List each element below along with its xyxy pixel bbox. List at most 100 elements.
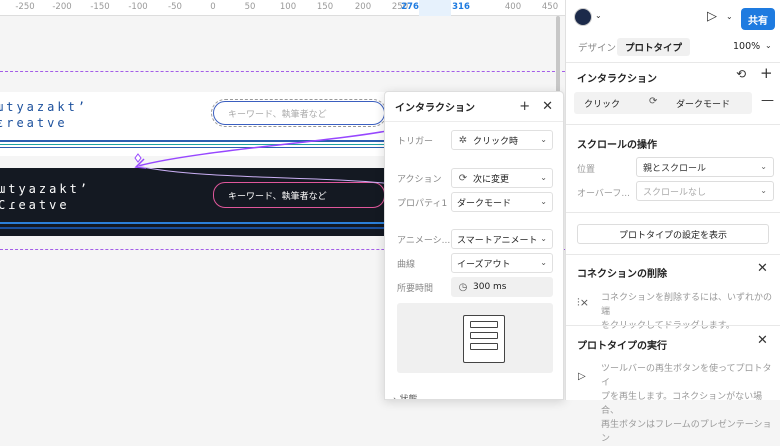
close-icon[interactable]: ✕ — [757, 333, 768, 348]
position-select[interactable]: 親とスクロール ⌄ — [636, 157, 774, 177]
chevron-down-icon: ⌄ — [760, 186, 767, 195]
flow-icon[interactable]: ⟲ — [736, 67, 746, 81]
help-line: をクリックしてドラッグします。 — [601, 321, 735, 331]
preview-bar — [470, 321, 498, 328]
trigger-value: クリック時 — [473, 136, 519, 147]
ruler-tick-selected-start: 276 — [401, 2, 419, 12]
property-label: プロパティ1 — [397, 199, 448, 209]
ruler-tick: 450 — [541, 2, 559, 12]
preview-bar — [470, 343, 498, 350]
change-to-icon: ⟳ — [649, 96, 658, 107]
preview-device-icon — [463, 315, 505, 363]
ruler-tick: 50 — [244, 2, 256, 12]
chevron-down-icon[interactable]: ⌄ — [595, 11, 602, 20]
ruler-tick-selected-end: 316 — [452, 2, 470, 12]
animation-value: スマートアニメート — [457, 235, 538, 246]
ruler-tick: 150 — [316, 2, 334, 12]
ruler-tick: -200 — [52, 2, 72, 12]
preview-bar — [470, 332, 498, 339]
click-icon: ✲ — [458, 134, 468, 146]
animation-select[interactable]: スマートアニメート ⌄ — [451, 229, 553, 249]
curve-select[interactable]: イーズアウト ⌄ — [451, 253, 553, 273]
chevron-down-icon: ⌄ — [760, 162, 767, 171]
ruler-selection-highlight — [419, 0, 451, 16]
add-interaction-icon[interactable]: + — [760, 64, 773, 82]
change-icon: ⟳ — [458, 172, 468, 184]
chevron-down-icon: ⌄ — [540, 258, 547, 267]
ruler-tick: -100 — [128, 2, 148, 12]
interaction-target: ダークモード — [676, 100, 731, 110]
close-icon[interactable]: ✕ — [542, 99, 553, 114]
state-label: 状態 — [399, 395, 418, 400]
action-row: アクション ⟳ 次に変更 ⌄ — [385, 168, 563, 188]
chevron-down-icon: ⌄ — [540, 173, 547, 182]
ruler-tick: -50 — [168, 2, 182, 12]
curve-value: イーズアウト — [457, 259, 511, 270]
divider — [566, 254, 780, 255]
animation-preview — [397, 303, 553, 373]
ruler-tick: -250 — [15, 2, 35, 12]
zoom-level[interactable]: 100% — [733, 41, 760, 52]
help-line: プを再生します。コネクションがない場合、 — [601, 392, 763, 416]
help-line: コネクションを削除するには、いずれかの端 — [601, 293, 773, 317]
remove-interaction-icon[interactable]: — — [761, 93, 774, 108]
divider — [566, 212, 780, 213]
divider — [566, 325, 780, 326]
ruler-tick: 0 — [210, 2, 216, 12]
property-select[interactable]: ダークモード ⌄ — [451, 192, 553, 212]
position-value: 親とスクロール — [643, 163, 707, 174]
plus-icon[interactable]: + — [519, 99, 530, 114]
avatar[interactable] — [574, 8, 592, 26]
scroll-section-title: スクロールの操作 — [577, 140, 657, 151]
trigger-label: トリガー — [397, 137, 434, 147]
curve-row: 曲線 イーズアウト ⌄ — [385, 253, 563, 273]
curve-label: 曲線 — [397, 260, 416, 270]
overflow-label: オーバーフ... — [577, 189, 630, 199]
trigger-select[interactable]: ✲ クリック時 ⌄ — [451, 130, 553, 150]
help-line: ツールバーの再生ボタンを使ってプロトタイ — [601, 364, 772, 388]
interaction-item[interactable]: クリック ⟳ ダークモード — [574, 92, 752, 114]
properties-sidebar: ⌄ ▷ ⌄ 共有 デザイン プロトタイプ 100% ⌄ インタラクション ⟲ +… — [565, 0, 780, 444]
chevron-down-icon: ⌄ — [540, 234, 547, 243]
duration-input[interactable]: ◷ 300 ms — [451, 277, 553, 297]
property-row: プロパティ1 ダークモード ⌄ — [385, 192, 563, 212]
ruler-tick: 200 — [354, 2, 372, 12]
chevron-down-icon: ⌄ — [540, 197, 547, 206]
tab-design[interactable]: デザイン — [570, 38, 624, 56]
delete-connection-icon: ⫶× — [577, 296, 589, 309]
horizontal-ruler: -250 -200 -150 -100 -50 0 50 100 150 200… — [0, 0, 565, 16]
property-value: ダークモード — [457, 198, 512, 209]
run-prototype-title: プロトタイプの実行 — [577, 341, 667, 352]
tab-prototype[interactable]: プロトタイプ — [617, 38, 691, 56]
interactions-section-title: インタラクション — [577, 74, 657, 85]
trigger-row: トリガー ✲ クリック時 ⌄ — [385, 130, 563, 150]
animation-row: アニメーシ... スマートアニメート ⌄ — [385, 229, 563, 249]
ruler-tick: 400 — [504, 2, 522, 12]
ruler-tick: -150 — [90, 2, 110, 12]
interaction-trigger: クリック — [584, 100, 621, 110]
duration-row: 所要時間 ◷ 300 ms — [385, 277, 563, 297]
close-icon[interactable]: ✕ — [757, 261, 768, 276]
divider — [566, 124, 780, 125]
share-button[interactable]: 共有 — [741, 8, 775, 30]
overflow-select[interactable]: スクロールなし ⌄ — [636, 181, 774, 201]
interaction-panel-title: インタラクション — [395, 103, 475, 114]
delete-connection-title: コネクションの削除 — [577, 269, 667, 280]
duration-label: 所要時間 — [397, 284, 434, 294]
chevron-down-icon[interactable]: ⌄ — [765, 41, 772, 50]
action-label: アクション — [397, 175, 442, 185]
delete-connection-help: コネクションを削除するには、いずれかの端 をクリックしてドラッグします。 — [601, 291, 780, 333]
help-line: 再生ボタンはフレームのプレゼンテーション — [601, 420, 772, 444]
play-icon[interactable]: ▷ — [707, 9, 717, 24]
animation-label: アニメーシ... — [397, 236, 451, 246]
run-prototype-help: ツールバーの再生ボタンを使ってプロトタイ プを再生します。コネクションがない場合… — [601, 362, 780, 446]
show-prototype-settings-button[interactable]: プロトタイプの設定を表示 — [577, 224, 769, 244]
interaction-panel-header: インタラクション + ✕ — [385, 92, 563, 122]
action-select[interactable]: ⟳ 次に変更 ⌄ — [451, 168, 553, 188]
interaction-panel: インタラクション + ✕ トリガー ✲ クリック時 ⌄ アクション ⟳ 次に変更… — [384, 91, 564, 400]
state-section-toggle[interactable]: › 状態 — [393, 392, 418, 400]
divider — [566, 62, 780, 63]
chevron-down-icon[interactable]: ⌄ — [726, 12, 733, 21]
play-icon: ▷ — [578, 371, 586, 382]
ruler-tick: 100 — [279, 2, 297, 12]
